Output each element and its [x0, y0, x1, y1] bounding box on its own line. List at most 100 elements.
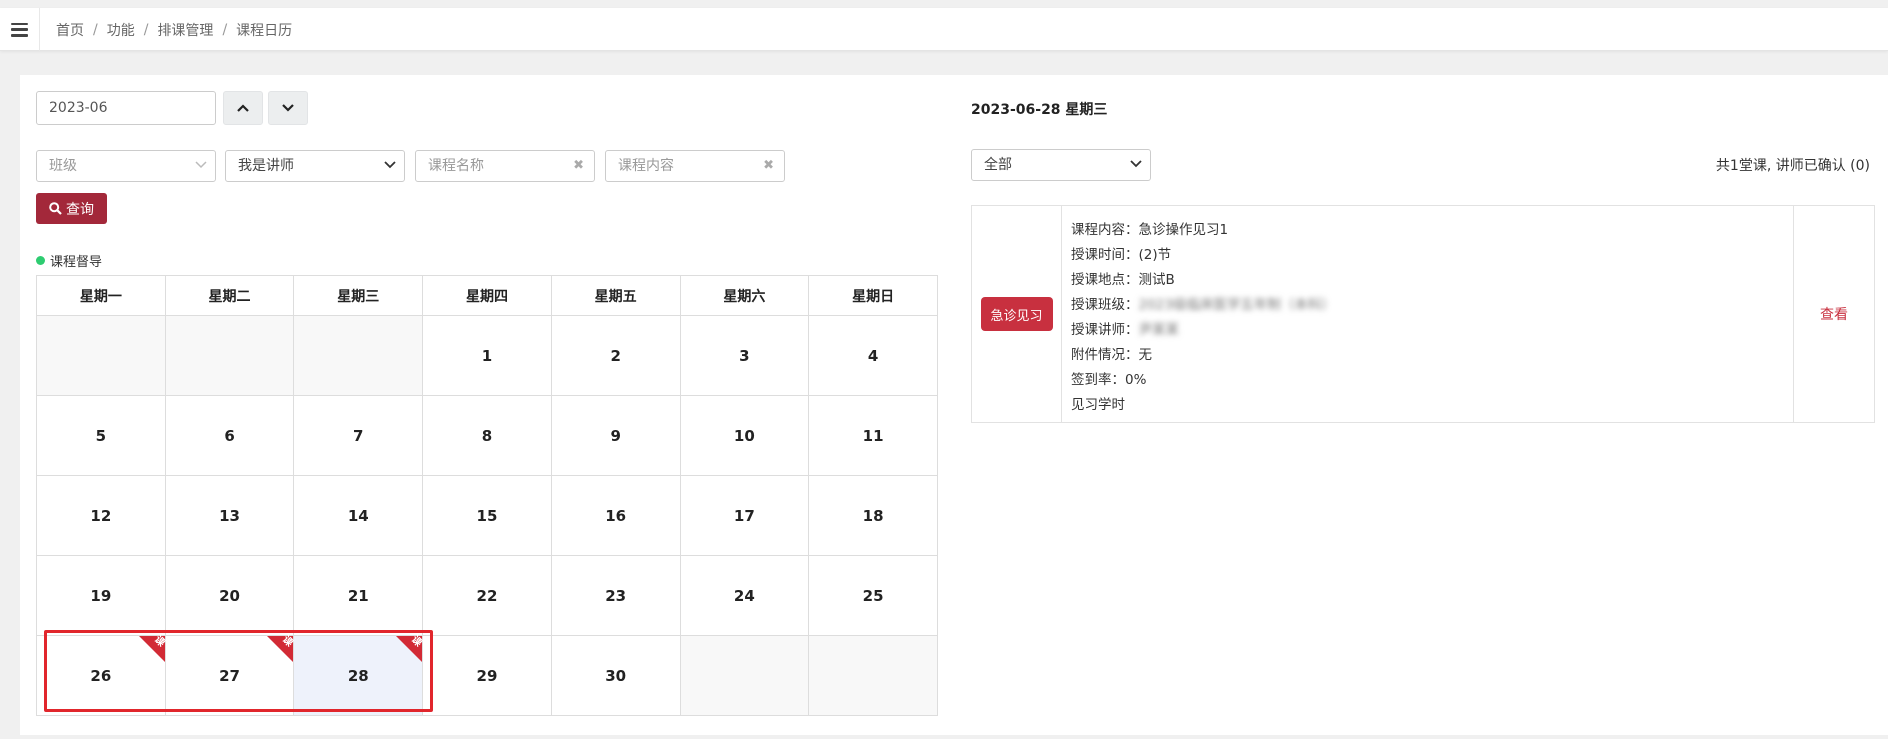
calendar-day-cell[interactable]: 15 [422, 475, 552, 556]
calendar-day-cell[interactable]: 9 [550, 395, 681, 476]
calendar-day-cell[interactable]: 4 [808, 315, 938, 396]
calendar-day-number: 17 [733, 506, 755, 525]
calendar-day-cell[interactable]: 12 [36, 475, 166, 556]
calendar-empty-cell [293, 315, 424, 396]
weekday-header: 星期六 [679, 275, 810, 316]
weekday-header: 星期四 [422, 275, 552, 316]
course-summary: 共1堂课, 讲师已确认 (0) [1715, 158, 1870, 174]
course-action-cell: 查看 [1794, 206, 1874, 422]
calendar-day-cell[interactable]: 28 课 [293, 634, 424, 716]
query-button-label: 查询 [66, 201, 94, 218]
query-button[interactable]: 查询 [36, 193, 107, 224]
calendar-day-cell[interactable]: 5 [36, 395, 166, 476]
calendar-day-cell[interactable]: 26 课 [36, 634, 166, 716]
calendar-empty-cell [36, 315, 166, 396]
calendar-day-cell[interactable]: 10 [679, 395, 810, 476]
clear-icon[interactable]: ✖ [573, 151, 584, 181]
calendar-day-cell[interactable]: 6 [164, 395, 295, 476]
calendar-day-cell[interactable]: 3 [679, 315, 810, 396]
class-select[interactable]: 班级 [36, 150, 216, 182]
breadcrumb: 首页 / 功能 / 排课管理 / 课程日历 [56, 8, 292, 51]
calendar-day-cell[interactable]: 18 [808, 475, 938, 556]
calendar-day-cell[interactable]: 7 [293, 395, 424, 476]
calendar-day-cell[interactable]: 1 [422, 315, 552, 396]
calendar-day-number: 3 [739, 346, 750, 365]
class-select-placeholder: 班级 [49, 158, 77, 174]
calendar-day-number: 29 [476, 666, 498, 685]
calendar-day-cell[interactable]: 20 [164, 555, 295, 636]
calendar-day-number: 25 [862, 586, 884, 605]
calendar-day-number: 9 [610, 426, 621, 445]
course-content-input[interactable]: 课程内容 ✖ [605, 150, 785, 182]
month-input[interactable]: 2023-06 [36, 91, 216, 125]
calendar-day-number: 30 [605, 666, 627, 685]
search-icon [49, 202, 62, 215]
chevron-down-icon [282, 104, 294, 112]
course-location-line: 授课地点：测试B [1071, 272, 1175, 288]
calendar-day-cell[interactable]: 29 [422, 635, 552, 716]
chevron-down-icon [1130, 160, 1142, 168]
course-signin-line: 签到率：0% [1071, 372, 1147, 388]
calendar-day-number: 4 [867, 346, 879, 365]
calendar-empty-cell [679, 635, 810, 716]
calendar-grid: 星期一 星期二 星期三 星期四 星期五 星期六 星期日 1 2 3 4 5 6 7 8 9 10 1… [36, 275, 938, 716]
course-name-input[interactable]: 课程名称 ✖ [415, 150, 595, 182]
calendar-week-row: 26 课 27 课 28 课 29 30 [36, 634, 938, 716]
weekday-header: 星期五 [550, 275, 681, 316]
calendar-week-row: 1 2 3 4 [36, 315, 938, 396]
calendar-day-number: 14 [347, 506, 369, 525]
calendar-day-number: 20 [219, 586, 240, 605]
calendar-day-cell[interactable]: 17 [679, 475, 810, 556]
breadcrumb-separator: / [93, 21, 98, 38]
calendar-day-cell[interactable]: 24 [679, 555, 810, 636]
role-select[interactable]: 我是讲师 [225, 150, 405, 182]
calendar-day-cell[interactable]: 13 [164, 475, 295, 556]
calendar-day-number: 16 [605, 506, 627, 525]
calendar-day-number: 6 [224, 426, 235, 445]
chevron-up-icon [237, 104, 249, 112]
calendar-day-cell[interactable]: 25 [808, 555, 938, 636]
menu-toggle-button[interactable] [0, 8, 40, 51]
next-month-button[interactable] [268, 91, 308, 125]
calendar-day-number: 12 [90, 506, 112, 525]
view-link[interactable]: 查看 [1820, 304, 1848, 324]
course-tag-button[interactable]: 急诊见习 [980, 297, 1053, 331]
calendar-day-cell[interactable]: 11 [808, 395, 938, 476]
calendar-empty-cell [164, 315, 295, 396]
calendar-day-cell[interactable]: 8 [422, 395, 552, 476]
course-name-placeholder: 课程名称 [428, 158, 484, 174]
breadcrumb-current: 课程日历 [236, 22, 293, 39]
course-time-line: 授课时间：(2)节 [1071, 247, 1172, 263]
calendar-day-number: 8 [481, 426, 493, 445]
calendar-day-cell[interactable]: 23 [550, 555, 681, 636]
calendar-day-number: 22 [476, 586, 498, 605]
calendar-day-cell[interactable]: 2 [550, 315, 681, 396]
calendar-day-cell[interactable]: 14 [293, 475, 424, 556]
calendar-day-number: 7 [353, 426, 364, 445]
breadcrumb-home[interactable]: 首页 [56, 20, 84, 40]
calendar-day-number: 21 [347, 586, 369, 605]
weekday-header: 星期三 [293, 275, 424, 316]
selected-date-title: 2023-06-28 星期三 [971, 102, 1108, 118]
calendar-day-cell[interactable]: 16 [550, 475, 681, 556]
calendar-day-number: 19 [90, 586, 112, 605]
calendar-empty-cell [808, 635, 938, 716]
course-class-value: 2023级临床医学五年制（本科） [1138, 297, 1335, 313]
course-class-label: 授课班级： [1071, 297, 1139, 313]
calendar-day-number: 11 [862, 426, 884, 445]
calendar-day-cell[interactable]: 30 [550, 635, 681, 716]
breadcrumb-separator: / [222, 21, 228, 38]
course-class-line: 授课班级：2023级临床医学五年制（本科） [1071, 293, 1784, 318]
calendar-day-cell[interactable]: 21 [293, 555, 424, 636]
breadcrumb-function[interactable]: 功能 [107, 20, 135, 40]
breadcrumb-scheduling[interactable]: 排课管理 [157, 20, 213, 40]
calendar-week-row: 19 20 21 22 23 24 25 [36, 555, 938, 636]
status-select-value: 全部 [984, 157, 1012, 173]
calendar-day-cell[interactable]: 22 [422, 555, 552, 636]
clear-icon[interactable]: ✖ [763, 151, 774, 181]
calendar-day-cell[interactable]: 19 [36, 555, 166, 636]
status-select[interactable]: 全部 [971, 149, 1151, 181]
prev-month-button[interactable] [223, 91, 263, 125]
legend: 课程督导 [36, 251, 102, 270]
calendar-day-cell[interactable]: 27 课 [164, 634, 295, 716]
